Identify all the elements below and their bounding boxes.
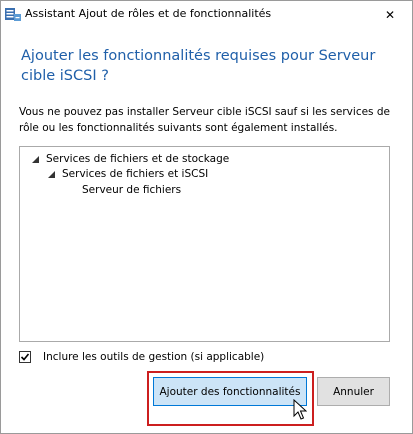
server-manager-icon <box>4 5 22 23</box>
tree-item-file-iscsi-services[interactable]: Services de fichiers et iSCSI <box>46 167 208 181</box>
tree-item-label: Serveur de fichiers <box>82 184 182 196</box>
tree-item-label: Services de fichiers et iSCSI <box>62 168 209 180</box>
tree-item-label: Services de fichiers et de stockage <box>46 153 230 165</box>
window-title: Assistant Ajout de rôles et de fonctionn… <box>25 7 272 20</box>
include-tools-label: Inclure les outils de gestion (si applic… <box>43 351 265 363</box>
tree-item-file-storage-services[interactable]: Services de fichiers et de stockage <box>30 152 229 166</box>
close-icon: ✕ <box>384 7 396 22</box>
dialog-window: Assistant Ajout de rôles et de fonctionn… <box>0 0 413 434</box>
include-tools-option[interactable]: Inclure les outils de gestion (si applic… <box>19 349 264 365</box>
tree-item-file-server[interactable]: Serveur de fichiers <box>82 183 181 197</box>
expanded-triangle-icon[interactable] <box>30 154 40 164</box>
cancel-button[interactable]: Annuler <box>317 377 390 406</box>
mouse-pointer-icon <box>293 398 308 421</box>
checkmark-icon <box>20 353 30 361</box>
dialog-heading: Ajouter les fonctionnalités requises pou… <box>21 48 376 84</box>
dialog-description: Vous ne pouvez pas installer Serveur cib… <box>19 106 390 134</box>
include-tools-checkbox[interactable] <box>19 351 31 363</box>
close-button[interactable]: ✕ <box>368 1 412 28</box>
required-features-tree[interactable]: Services de fichiers et de stockage Serv… <box>19 146 390 342</box>
highlight-annotation <box>147 371 314 426</box>
expanded-triangle-icon[interactable] <box>46 169 56 179</box>
title-bar: Assistant Ajout de rôles et de fonctionn… <box>1 1 412 28</box>
